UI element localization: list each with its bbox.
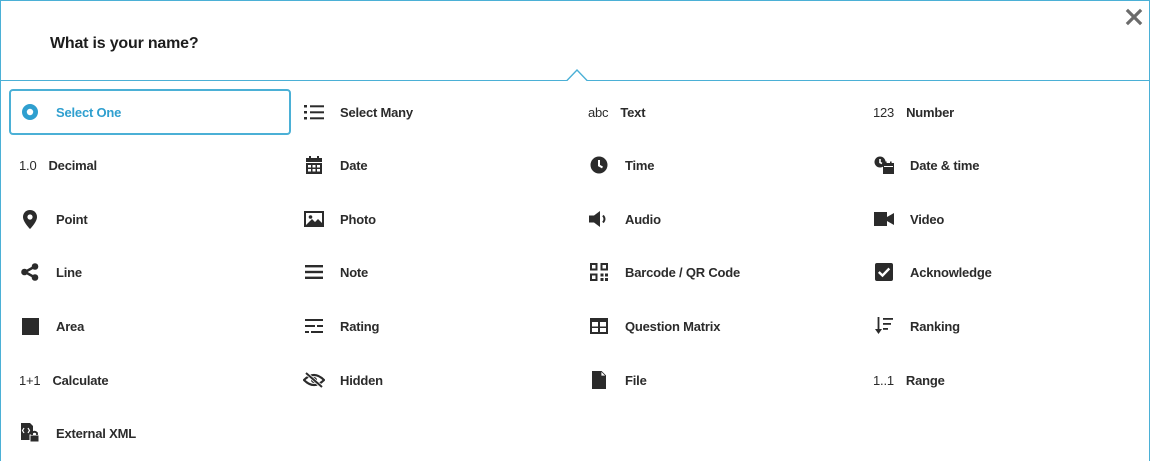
- speaker-icon: [588, 209, 610, 229]
- question-type-label: Barcode / QR Code: [625, 264, 741, 280]
- calculate-icon: 1+1: [19, 372, 41, 388]
- picker-header: What is your name?: [1, 1, 1149, 83]
- question-type-picker: What is your name? Select One Select Many…: [0, 0, 1150, 461]
- number-icon: 123: [873, 104, 895, 120]
- map-pin-icon: [19, 209, 41, 229]
- datetime-icon: [873, 155, 895, 175]
- question-type-label: Decimal: [48, 157, 97, 173]
- question-type-label: External XML: [56, 425, 136, 441]
- photo-icon: [303, 209, 325, 229]
- question-type-external-xml[interactable]: External XML: [9, 410, 279, 456]
- question-type-label: Select Many: [340, 104, 413, 120]
- question-type-select-many[interactable]: Select Many: [293, 89, 563, 135]
- clock-icon: [588, 155, 610, 175]
- question-type-acknowledge[interactable]: Acknowledge: [863, 249, 1133, 295]
- table-icon: [588, 316, 610, 336]
- question-type-file[interactable]: File: [578, 357, 848, 403]
- question-type-label: Point: [56, 211, 88, 227]
- question-type-range[interactable]: 1..1 Range: [863, 357, 1133, 403]
- question-type-rating[interactable]: Rating: [293, 303, 563, 349]
- question-type-number[interactable]: 123 Number: [863, 89, 1133, 135]
- question-type-photo[interactable]: Photo: [293, 196, 563, 242]
- calendar-icon: [303, 155, 325, 175]
- question-type-label: Photo: [340, 211, 376, 227]
- question-type-select-one[interactable]: Select One: [9, 89, 291, 135]
- question-type-label: Date: [340, 157, 368, 173]
- question-type-label: Note: [340, 264, 369, 280]
- question-type-label: Acknowledge: [910, 264, 992, 280]
- abc-icon: abc: [588, 104, 609, 120]
- sort-icon: [873, 316, 895, 336]
- question-type-point[interactable]: Point: [9, 196, 279, 242]
- question-type-date-time[interactable]: Date & time: [863, 142, 1133, 188]
- rating-icon: [303, 316, 325, 336]
- question-type-hidden[interactable]: Hidden: [293, 357, 563, 403]
- question-type-question-matrix[interactable]: Question Matrix: [578, 303, 848, 349]
- question-type-label: Text: [620, 104, 646, 120]
- caret-up-icon: [565, 68, 589, 83]
- question-type-label: Audio: [625, 211, 661, 227]
- question-type-text[interactable]: abc Text: [578, 89, 848, 135]
- range-icon: 1..1: [873, 372, 894, 388]
- question-type-label: Question Matrix: [625, 318, 721, 334]
- question-type-label: Range: [905, 372, 945, 388]
- decimal-icon: 1.0: [19, 157, 37, 173]
- file-icon: [588, 370, 610, 390]
- eye-slash-icon: [303, 370, 325, 390]
- question-type-label: Video: [910, 211, 945, 227]
- question-type-audio[interactable]: Audio: [578, 196, 848, 242]
- question-type-ranking[interactable]: Ranking: [863, 303, 1133, 349]
- question-type-label: Area: [56, 318, 85, 334]
- question-type-label: Calculate: [52, 372, 109, 388]
- question-type-label: Rating: [340, 318, 380, 334]
- question-type-line[interactable]: Line: [9, 249, 279, 295]
- question-type-label: Number: [906, 104, 955, 120]
- question-type-date[interactable]: Date: [293, 142, 563, 188]
- list-icon: [303, 102, 325, 122]
- question-type-label: File: [625, 372, 647, 388]
- checkbox-icon: [873, 262, 895, 282]
- close-icon[interactable]: [1124, 7, 1144, 27]
- question-type-label: Date & time: [910, 157, 980, 173]
- question-type-calculate[interactable]: 1+1 Calculate: [9, 357, 279, 403]
- question-type-area[interactable]: Area: [9, 303, 279, 349]
- question-type-decimal[interactable]: 1.0 Decimal: [9, 142, 279, 188]
- question-type-video[interactable]: Video: [863, 196, 1133, 242]
- question-type-label: Select One: [56, 104, 122, 120]
- square-icon: [19, 316, 41, 336]
- question-type-time[interactable]: Time: [578, 142, 848, 188]
- question-type-barcode-qr-code[interactable]: Barcode / QR Code: [578, 249, 848, 295]
- question-type-label: Line: [56, 264, 82, 280]
- external-xml-icon: [19, 423, 41, 443]
- qr-code-icon: [588, 262, 610, 282]
- share-line-icon: [19, 262, 41, 282]
- question-type-label: Ranking: [910, 318, 960, 334]
- radio-icon: [19, 102, 41, 122]
- question-title: What is your name?: [50, 35, 199, 52]
- question-type-label: Hidden: [340, 372, 383, 388]
- question-type-note[interactable]: Note: [293, 249, 563, 295]
- question-type-label: Time: [625, 157, 655, 173]
- note-lines-icon: [303, 262, 325, 282]
- video-camera-icon: [873, 209, 895, 229]
